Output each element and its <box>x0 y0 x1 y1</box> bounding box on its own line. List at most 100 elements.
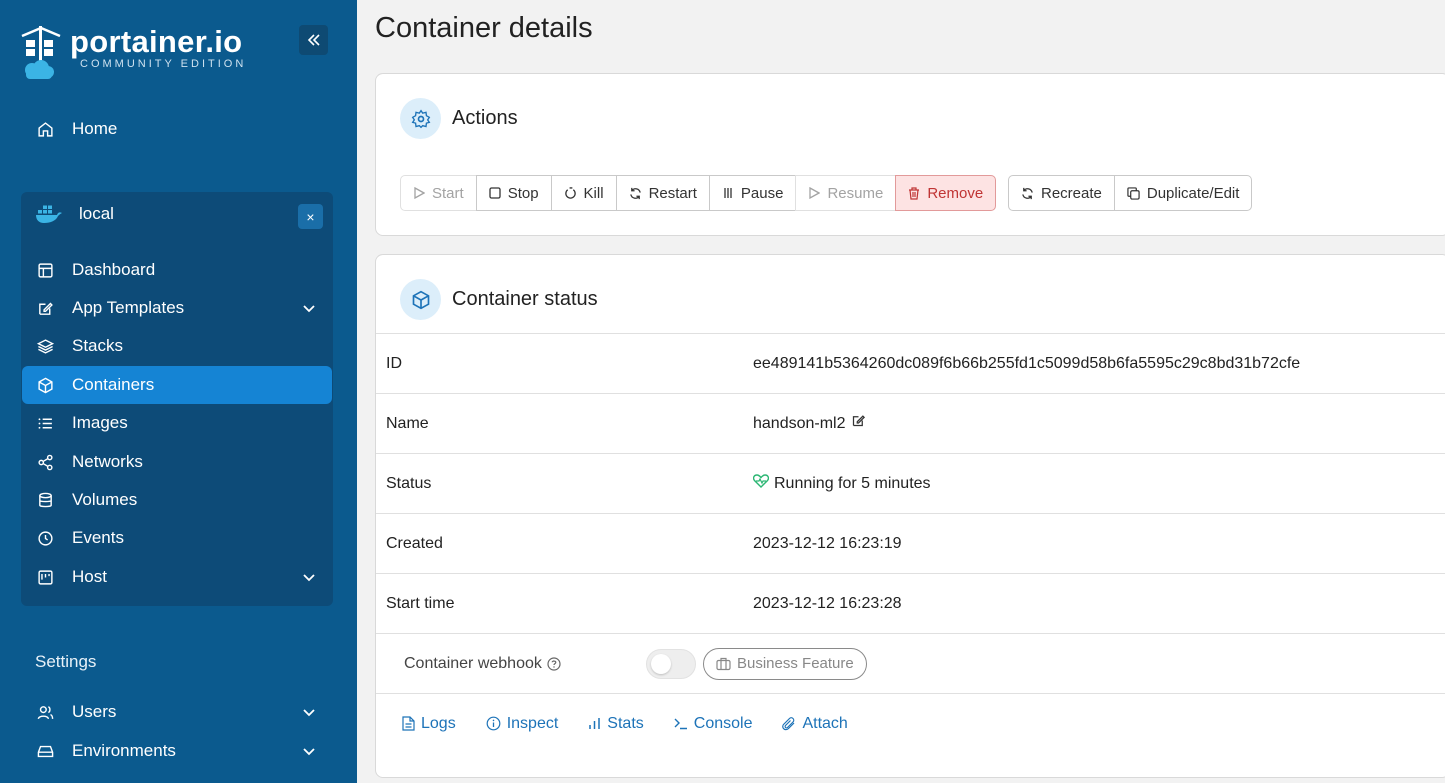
info-icon <box>486 716 501 731</box>
chevron-down-icon <box>302 704 316 724</box>
sidebar-item-home[interactable]: Home <box>22 110 332 148</box>
restart-button[interactable]: Restart <box>615 175 710 211</box>
start-label: Start <box>432 184 464 202</box>
name-value-wrap: handson-ml2 <box>753 415 866 433</box>
start-button[interactable]: Start <box>400 175 477 211</box>
docker-icon <box>35 204 63 224</box>
status-card-header: Container status <box>400 279 598 320</box>
logs-label: Logs <box>421 714 456 732</box>
settings-icon <box>400 98 441 139</box>
chevron-down-icon <box>302 569 316 589</box>
inspect-link[interactable]: Inspect <box>486 715 558 733</box>
bar-chart-icon <box>588 717 601 730</box>
sidebar-item-label: Host <box>72 567 107 586</box>
id-value: ee489141b5364260dc089f6b66b255fd1c5099d5… <box>753 354 1301 372</box>
portainer-logo-icon <box>20 24 62 82</box>
sidebar-item-host[interactable]: Host <box>22 558 332 596</box>
stats-link[interactable]: Stats <box>588 714 644 733</box>
attach-link[interactable]: Attach <box>782 714 848 733</box>
recreate-button[interactable]: Recreate <box>1008 175 1115 211</box>
pause-icon <box>722 187 734 199</box>
sidebar-item-label: Events <box>72 528 124 547</box>
container-actions-group: Start Stop Kill Restart Pause Resume Rem… <box>400 175 997 211</box>
recreate-label: Recreate <box>1041 184 1102 202</box>
logs-link[interactable]: Logs <box>402 715 456 733</box>
restart-label: Restart <box>648 184 697 202</box>
webhook-label: Container webhook <box>404 654 542 672</box>
file-icon <box>402 716 415 731</box>
toggle-knob <box>651 653 671 674</box>
created-key: Created <box>386 534 443 552</box>
edit-icon[interactable] <box>851 413 866 428</box>
start-time-value: 2023-12-12 16:23:28 <box>753 594 902 612</box>
pause-label: Pause <box>740 184 784 202</box>
refresh-icon <box>629 187 642 200</box>
box-icon <box>36 376 54 394</box>
sidebar-item-volumes[interactable]: Volumes <box>22 481 332 519</box>
sidebar-item-label: Networks <box>72 452 143 471</box>
sidebar-item-label: Stacks <box>72 336 124 355</box>
resume-button[interactable]: Resume <box>795 175 897 211</box>
sidebar-item-label: Containers <box>72 375 155 394</box>
sidebar-item-label: Images <box>72 413 128 432</box>
sidebar-item-app-templates[interactable]: App Templates <box>22 289 332 327</box>
stop-icon <box>489 187 501 199</box>
sidebar-item-environments[interactable]: Environments <box>22 732 332 770</box>
start-time-row: Start time 2023-12-12 16:23:28 <box>376 573 1445 633</box>
sidebar-item-users[interactable]: Users <box>22 693 332 731</box>
collapse-sidebar-button[interactable] <box>299 25 328 55</box>
pause-button[interactable]: Pause <box>708 175 797 211</box>
container-status-card: Container status ID ee489141b5364260dc08… <box>375 254 1445 778</box>
kill-icon <box>564 186 577 200</box>
sidebar-item-images[interactable]: Images <box>22 404 332 442</box>
close-environment-button[interactable]: × <box>298 204 323 229</box>
users-icon <box>36 703 54 721</box>
business-feature-label: Business Feature <box>737 655 854 672</box>
kill-button[interactable]: Kill <box>550 175 617 211</box>
page-title: Container details <box>375 12 593 44</box>
chevrons-left-icon <box>307 34 320 46</box>
id-key: ID <box>386 354 402 372</box>
status-row: Status Running for 5 minutes <box>376 453 1445 513</box>
refresh-icon <box>1021 187 1034 200</box>
environment-name: local <box>79 204 114 223</box>
attach-label: Attach <box>802 714 848 732</box>
kill-label: Kill <box>583 184 604 202</box>
share-icon <box>36 453 54 471</box>
duplicate-edit-button[interactable]: Duplicate/Edit <box>1113 175 1253 211</box>
portainer-logo[interactable]: portainer.io COMMUNITY EDITION <box>20 24 246 82</box>
home-icon <box>36 120 54 138</box>
sidebar-item-containers[interactable]: Containers <box>22 366 332 404</box>
status-value: Running for 5 minutes <box>774 474 931 492</box>
stats-label: Stats <box>607 714 644 732</box>
stop-button[interactable]: Stop <box>475 175 552 211</box>
briefcase-icon <box>716 657 731 671</box>
trash-icon <box>908 186 920 200</box>
sidebar-item-label: Volumes <box>72 490 138 509</box>
name-value: handson-ml2 <box>753 414 846 432</box>
clock-icon <box>36 529 54 547</box>
created-row: Created 2023-12-12 16:23:19 <box>376 513 1445 573</box>
settings-section-title: Settings <box>35 652 97 671</box>
sidebar-item-stacks[interactable]: Stacks <box>22 327 332 365</box>
chevron-down-icon <box>302 743 316 763</box>
webhook-toggle[interactable] <box>646 648 696 679</box>
remove-button[interactable]: Remove <box>895 175 997 211</box>
copy-icon <box>1127 186 1140 200</box>
sidebar-item-label: Environments <box>72 741 176 760</box>
paperclip-icon <box>782 716 796 731</box>
help-icon[interactable] <box>547 656 561 671</box>
console-label: Console <box>693 714 753 732</box>
sidebar-item-dashboard[interactable]: Dashboard <box>22 251 332 289</box>
status-title: Container status <box>452 288 598 310</box>
logo-name: portainer.io <box>70 24 243 59</box>
console-link[interactable]: Console <box>674 714 753 733</box>
logo-edition: COMMUNITY EDITION <box>80 58 247 70</box>
status-value-wrap: Running for 5 minutes <box>753 473 931 493</box>
start-time-key: Start time <box>386 594 455 612</box>
sidebar-item-events[interactable]: Events <box>22 519 332 557</box>
actions-title: Actions <box>452 107 518 129</box>
actions-card-header: Actions <box>400 98 518 139</box>
sidebar-item-networks[interactable]: Networks <box>22 443 332 481</box>
drive-icon <box>36 742 54 760</box>
